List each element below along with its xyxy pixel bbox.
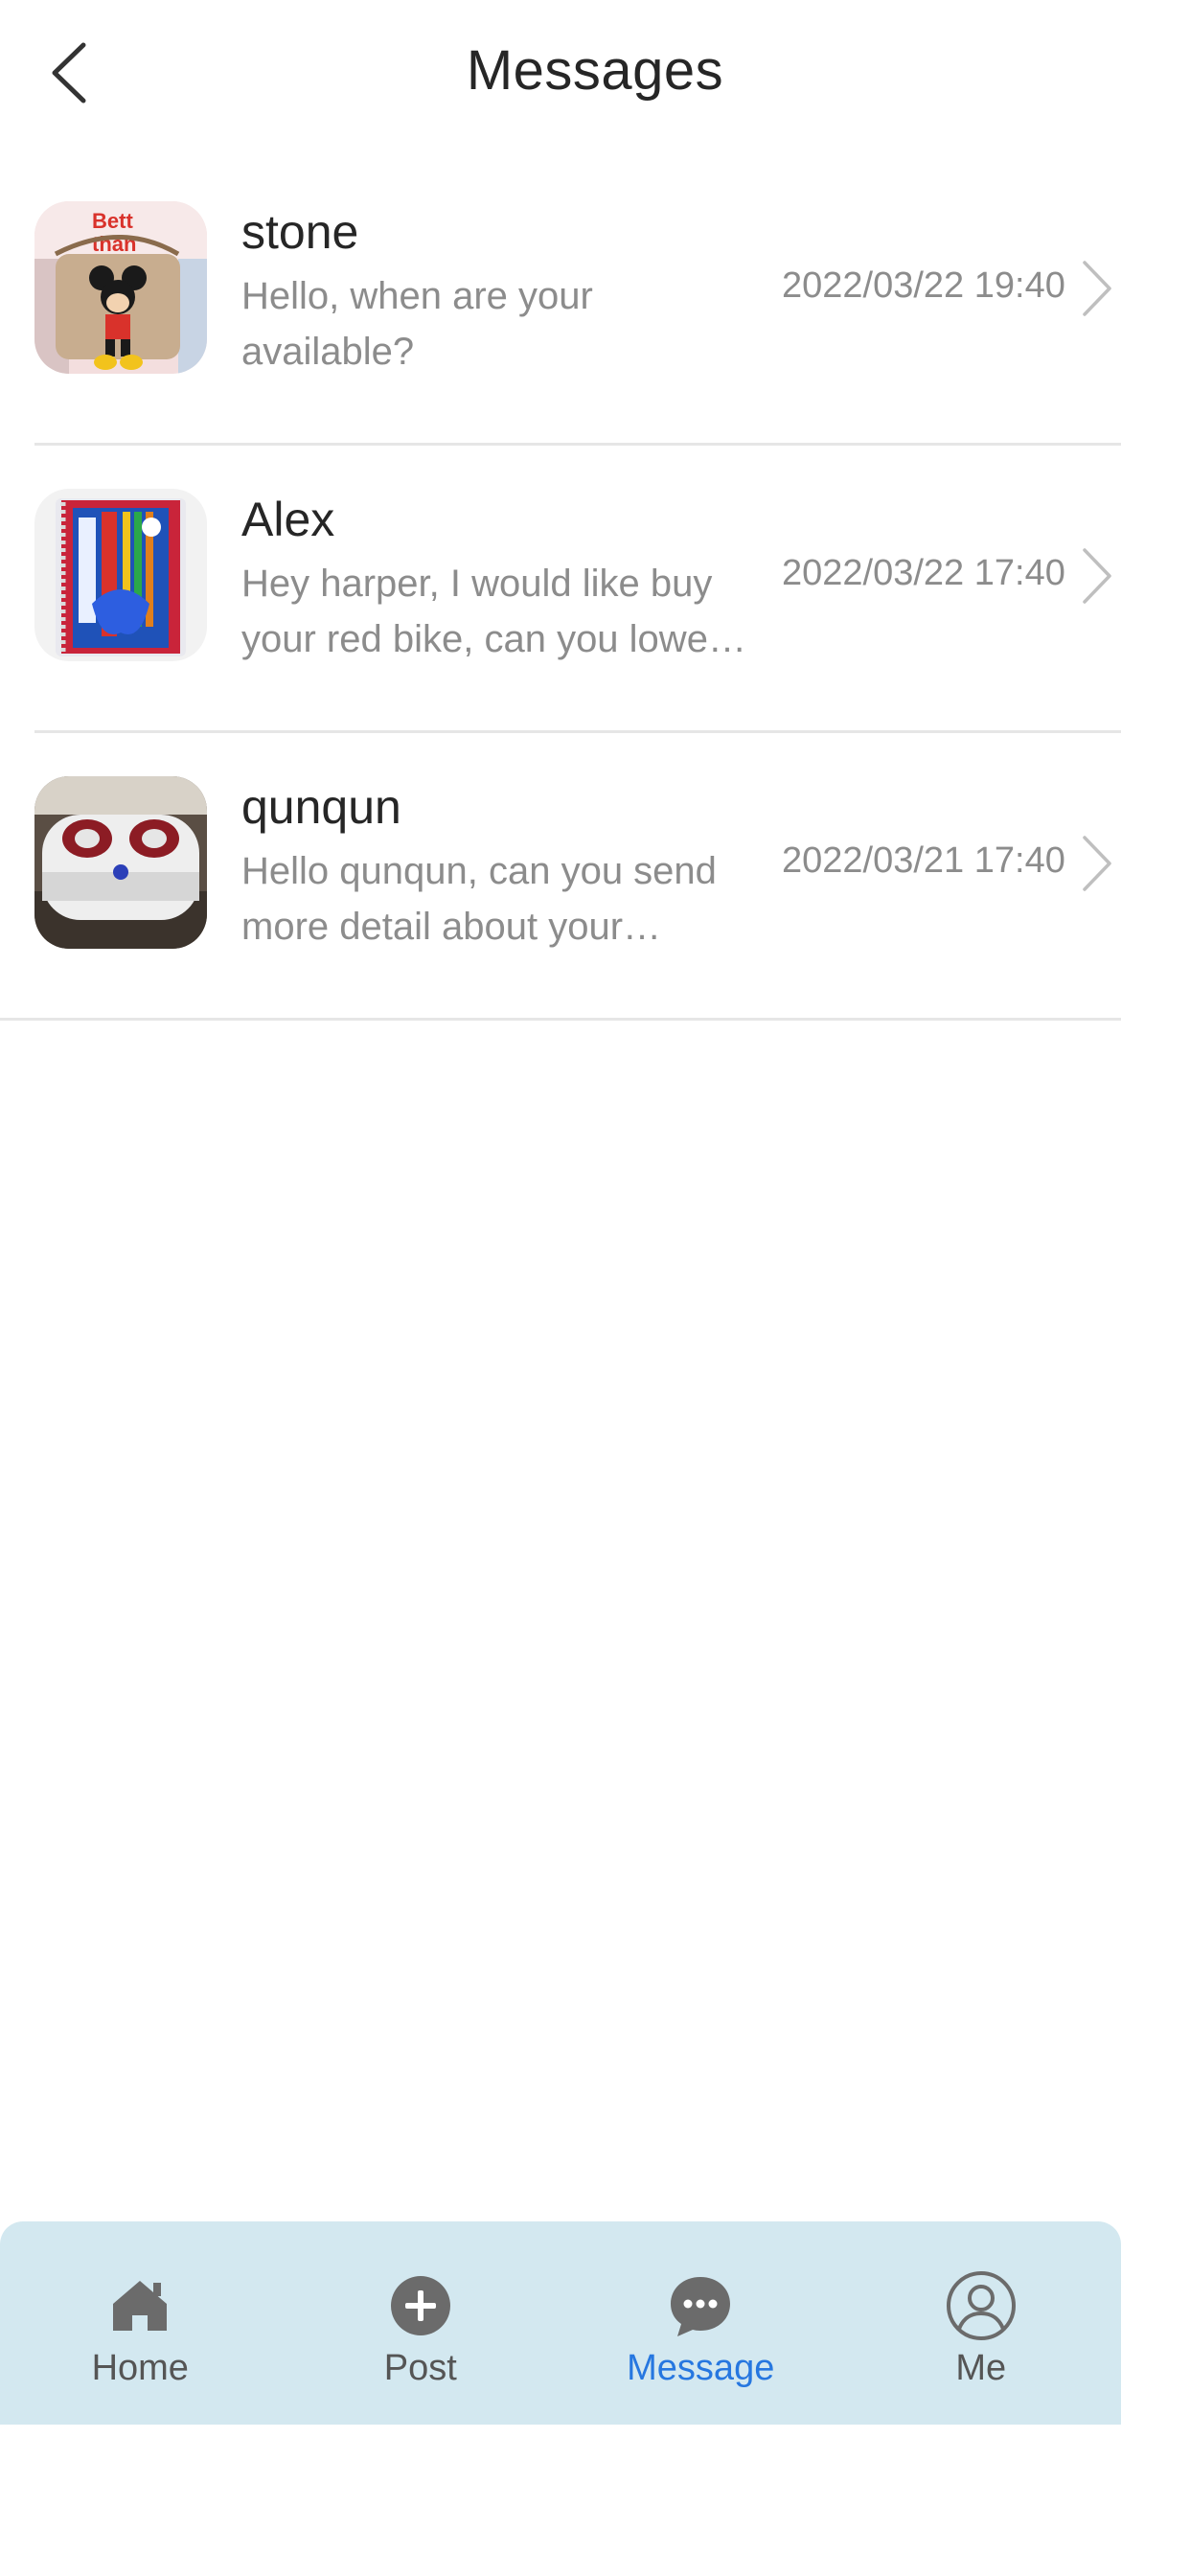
tab-message[interactable]: Message [561,2221,841,2425]
avatar: Bett than [34,201,207,374]
avatar [34,776,207,949]
chevron-right-icon [1083,836,1111,891]
message-time: 2022/03/22 17:40 [782,553,1065,593]
plus-circle-icon [390,2276,450,2335]
tab-label: Post [383,2348,457,2388]
tab-me[interactable]: Me [841,2221,1122,2425]
home-icon [113,2281,168,2331]
tab-bar: Home Post Message Me [0,2221,1121,2425]
divider [0,1018,1121,1021]
tab-label: Message [627,2348,775,2388]
tab-home[interactable]: Home [0,2221,281,2425]
tab-post[interactable]: Post [281,2221,561,2425]
contact-name: qunqun [241,780,401,834]
message-row[interactable]: Bett than stone Hello, when are your ava… [0,158,1121,446]
message-list: Bett than stone Hello, when are your ava… [0,158,1121,1021]
chevron-right-icon [1083,261,1111,316]
tab-label: Me [955,2348,1007,2388]
message-row[interactable]: Alex Hey harper, I would like buy your r… [0,446,1121,733]
message-preview: Hello qunqun, can you send more detail a… [241,850,717,948]
chevron-right-icon [1083,548,1111,604]
chat-bubble-icon [671,2277,731,2336]
avatar [34,489,207,661]
message-row[interactable]: qunqun Hello qunqun, can you send more d… [0,733,1121,1021]
tab-label: Home [91,2348,189,2388]
message-time: 2022/03/22 19:40 [782,265,1065,306]
header: Messages [0,0,1190,144]
user-circle-icon [946,2271,1016,2340]
messages-screen: Messages Bett than stone Hello, when are… [0,0,1190,2576]
contact-name: Alex [241,493,335,546]
message-time: 2022/03/21 17:40 [782,840,1065,881]
message-preview: Hey harper, I would like buy your red bi… [241,563,721,660]
page-title: Messages [466,39,724,102]
contact-name: stone [241,205,359,259]
message-preview: Hello, when are your available? [241,275,593,373]
svg-text:Bett: Bett [92,209,133,233]
